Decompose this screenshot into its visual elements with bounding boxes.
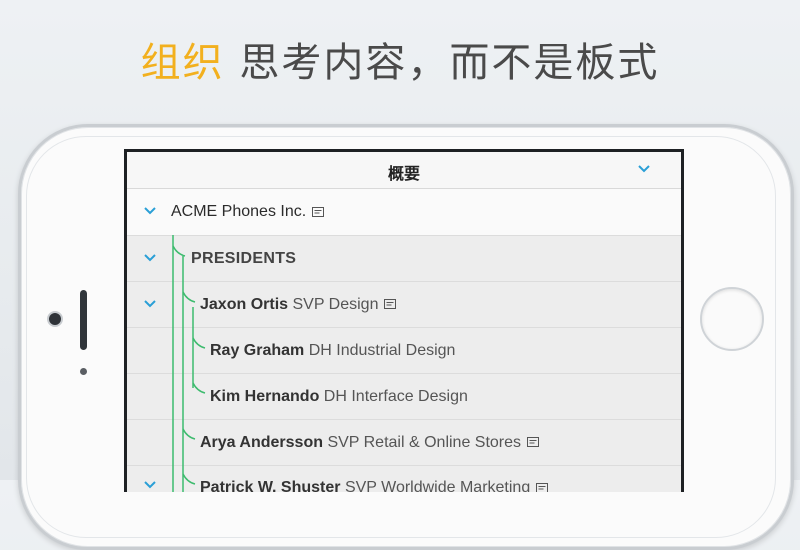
front-camera (49, 313, 61, 325)
root-name: ACME Phones Inc. (171, 203, 307, 220)
app-screen: 概要 ACME Phones Inc. PRESIDENTS Jaxon Ort… (124, 149, 684, 492)
earpiece-speaker (80, 290, 87, 350)
note-icon[interactable] (384, 299, 397, 310)
home-button[interactable] (700, 287, 764, 351)
person-role: DH Interface Design (323, 387, 468, 405)
outline-item-person: Arya Andersson SVP Retail & Online Store… (200, 433, 540, 452)
outline-row-root[interactable]: ACME Phones Inc. (127, 189, 681, 236)
note-icon[interactable] (312, 206, 325, 217)
outline-item-group: PRESIDENTS (191, 249, 297, 267)
chevron-down-icon[interactable] (143, 299, 157, 309)
outline-row-person[interactable]: Jaxon Ortis SVP Design (127, 282, 681, 328)
note-icon[interactable] (527, 437, 540, 448)
person-name: Arya Andersson (200, 433, 323, 451)
outline-row-person[interactable]: Kim Hernando DH Interface Design (127, 374, 681, 420)
proximity-sensor (80, 368, 87, 375)
chevron-down-icon[interactable] (637, 164, 651, 174)
outline-item-person: Ray Graham DH Industrial Design (210, 342, 455, 360)
person-role: SVP Worldwide Marketing (344, 479, 531, 492)
outline-row-person[interactable]: Arya Andersson SVP Retail & Online Store… (127, 420, 681, 466)
outline-item-person: Patrick W. Shuster SVP Worldwide Marketi… (200, 479, 549, 492)
outline-item-root: ACME Phones Inc. (171, 203, 325, 221)
person-role: DH Industrial Design (308, 341, 456, 359)
nav-bar: 概要 (127, 152, 681, 189)
person-name: Patrick W. Shuster (200, 479, 341, 492)
person-name: Jaxon Ortis (200, 295, 289, 313)
outline-item-person: Kim Hernando DH Interface Design (210, 388, 468, 406)
chevron-down-icon[interactable] (143, 480, 157, 490)
person-role: SVP Retail & Online Stores (327, 433, 522, 451)
person-role: SVP Design (292, 295, 379, 313)
note-icon[interactable] (536, 482, 549, 492)
outline-row-person[interactable]: Patrick W. Shuster SVP Worldwide Marketi… (127, 466, 681, 492)
outline-row-group[interactable]: PRESIDENTS (127, 236, 681, 282)
chevron-down-icon[interactable] (143, 206, 157, 216)
nav-title: 概要 (387, 164, 420, 183)
headline: 组织 思考内容，而不是板式 (0, 30, 800, 88)
headline-accent: 组织 (140, 40, 225, 86)
outline-item-person: Jaxon Ortis SVP Design (200, 295, 397, 314)
headline-rest: 思考内容，而不是板式 (224, 40, 660, 86)
chevron-down-icon[interactable] (143, 253, 157, 263)
outline-row-person[interactable]: Ray Graham DH Industrial Design (127, 328, 681, 374)
person-name: Ray Graham (210, 341, 305, 359)
person-name: Kim Hernando (210, 387, 320, 405)
